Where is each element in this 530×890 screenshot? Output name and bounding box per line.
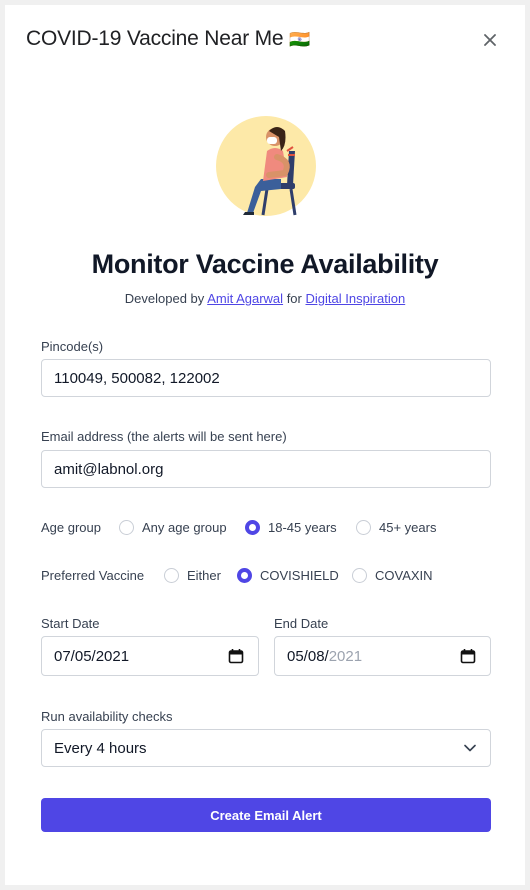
email-label: Email address (the alerts will be sent h…	[41, 429, 287, 444]
end-date-value: 05/08/	[287, 647, 329, 665]
credits-prefix: Developed by	[124, 291, 205, 306]
vaccine-either-label[interactable]: Either	[187, 568, 221, 583]
vaccine-either-radio[interactable]	[164, 568, 179, 583]
age-45-plus-radio[interactable]	[356, 520, 371, 535]
create-email-alert-button[interactable]: Create Email Alert	[41, 798, 491, 832]
dialog-header: COVID-19 Vaccine Near Me 🇮🇳	[5, 5, 525, 71]
india-flag-icon: 🇮🇳	[289, 30, 311, 49]
dialog-panel: COVID-19 Vaccine Near Me 🇮🇳 Monitor Vacc…	[5, 5, 525, 885]
author-link[interactable]: Amit Agarwal	[207, 291, 283, 306]
title-text: COVID-19 Vaccine Near Me	[26, 27, 284, 50]
vaccine-covaxin-label[interactable]: COVAXIN	[375, 568, 433, 583]
org-link[interactable]: Digital Inspiration	[305, 291, 405, 306]
age-any-radio[interactable]	[119, 520, 134, 535]
close-button[interactable]	[478, 28, 502, 52]
age-group-label: Age group	[41, 520, 101, 535]
age-45-plus-label[interactable]: 45+ years	[379, 520, 436, 535]
vaccine-covishield-radio[interactable]	[237, 568, 252, 583]
start-date-input[interactable]: 07/05/2021	[41, 636, 259, 676]
vaccine-covishield-label[interactable]: COVISHIELD	[260, 568, 339, 583]
vaccination-illustration	[216, 116, 316, 216]
pincode-input[interactable]: 110049, 500082, 122002	[41, 359, 491, 397]
age-18-45-radio[interactable]	[245, 520, 260, 535]
frequency-label: Run availability checks	[41, 709, 173, 724]
start-date-value: 07/05/2021	[54, 647, 130, 665]
credits-middle: for	[286, 291, 302, 306]
frequency-select[interactable]: Every 4 hours	[41, 729, 491, 767]
end-date-input[interactable]: 05/08/2021	[274, 636, 491, 676]
close-icon	[484, 34, 496, 46]
email-value: amit@labnol.org	[54, 460, 164, 478]
start-date-label: Start Date	[41, 616, 100, 631]
age-any-label[interactable]: Any age group	[142, 520, 227, 535]
vaccine-label: Preferred Vaccine	[41, 568, 145, 583]
age-18-45-label[interactable]: 18-45 years	[268, 520, 337, 535]
credits-line: Developed by Amit Agarwal for Digital In…	[5, 291, 525, 306]
vaccine-covaxin-radio[interactable]	[352, 568, 367, 583]
calendar-icon[interactable]	[460, 648, 476, 664]
calendar-icon[interactable]	[228, 648, 244, 664]
email-input[interactable]: amit@labnol.org	[41, 450, 491, 488]
page-heading: Monitor Vaccine Availability	[91, 249, 439, 279]
pincode-label: Pincode(s)	[41, 339, 104, 354]
pincode-value: 110049, 500082, 122002	[54, 369, 220, 387]
end-date-year: 2021	[328, 647, 363, 665]
frequency-value: Every 4 hours	[54, 739, 147, 757]
chevron-down-icon	[464, 744, 476, 752]
end-date-label: End Date	[274, 616, 329, 631]
dialog-title: COVID-19 Vaccine Near Me 🇮🇳	[26, 27, 310, 51]
